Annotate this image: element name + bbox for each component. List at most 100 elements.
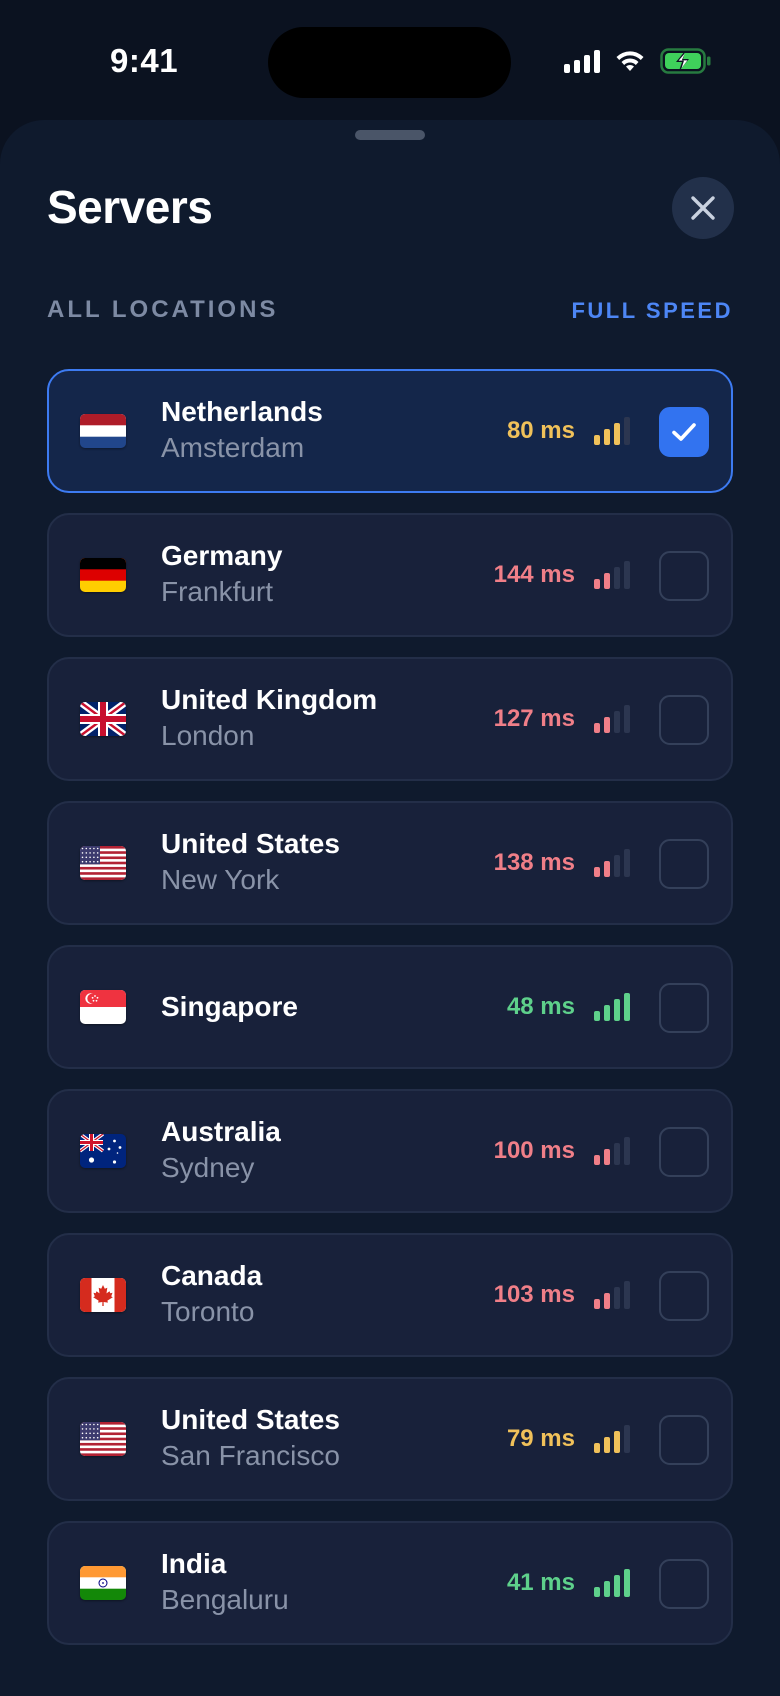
signal-bar: [604, 1293, 610, 1309]
server-checkbox[interactable]: [659, 839, 709, 889]
server-row[interactable]: Canada Toronto 103 ms: [47, 1233, 733, 1357]
signal-bar: [624, 561, 630, 589]
server-checkbox[interactable]: [659, 551, 709, 601]
server-checkbox[interactable]: [659, 1559, 709, 1609]
server-country: United Kingdom: [161, 684, 378, 715]
server-row[interactable]: Germany Frankfurt 144 ms: [47, 513, 733, 637]
server-checkbox[interactable]: [659, 695, 709, 745]
server-location: Netherlands Amsterdam: [161, 371, 323, 491]
signal-bar: [624, 1281, 630, 1309]
close-button[interactable]: [672, 177, 734, 239]
dynamic-island: [268, 27, 511, 98]
checkmark-icon: [672, 423, 696, 441]
server-latency: 80 ms: [506, 417, 575, 444]
signal-bar: [594, 1587, 600, 1597]
server-row[interactable]: India Bengaluru 41 ms: [47, 1521, 733, 1645]
signal-bar: [604, 573, 610, 589]
signal-bar: [604, 1005, 610, 1021]
signal-bar: [604, 717, 610, 733]
signal-bar: [614, 1287, 620, 1309]
signal-bar: [614, 423, 620, 445]
signal-bar: [594, 1299, 600, 1309]
server-city: Frankfurt: [161, 576, 274, 607]
signal-bar: [604, 1581, 610, 1597]
server-latency: 100 ms: [493, 1137, 575, 1164]
signal-strength-icon: [594, 1567, 630, 1597]
server-country: Australia: [161, 1116, 281, 1147]
signal-bar: [604, 429, 610, 445]
server-country: United States: [161, 1404, 340, 1435]
server-latency: 41 ms: [506, 1569, 575, 1596]
germany-flag-icon: [80, 558, 126, 592]
signal-strength-icon: [594, 415, 630, 445]
server-latency: 103 ms: [493, 1281, 575, 1308]
signal-bar: [614, 999, 620, 1021]
signal-bar: [594, 579, 600, 589]
server-latency: 48 ms: [506, 993, 575, 1020]
signal-bar: [614, 567, 620, 589]
server-city: Toronto: [161, 1296, 255, 1327]
status-bar: 9:41: [0, 0, 780, 120]
server-location: Singapore: [161, 947, 298, 1067]
server-country: Germany: [161, 540, 283, 571]
singapore-flag-icon: [80, 990, 126, 1024]
server-location: Australia Sydney: [161, 1091, 281, 1211]
server-latency: 127 ms: [493, 705, 575, 732]
canada-flag-icon: [80, 1278, 126, 1312]
signal-bar: [594, 435, 600, 445]
netherlands-flag-icon: [80, 414, 126, 448]
signal-bar: [614, 855, 620, 877]
signal-bar: [594, 1155, 600, 1165]
cellular-signal-icon: [564, 49, 600, 73]
sheet-grabber[interactable]: [355, 130, 425, 140]
server-row[interactable]: United States New York 138 ms: [47, 801, 733, 925]
server-country: Canada: [161, 1260, 263, 1291]
server-location: Germany Frankfurt: [161, 515, 282, 635]
server-city: Sydney: [161, 1152, 255, 1183]
server-row[interactable]: Netherlands Amsterdam 80 ms: [47, 369, 733, 493]
server-checkbox[interactable]: [659, 1271, 709, 1321]
wifi-icon: [616, 51, 644, 71]
section-label: ALL LOCATIONS: [47, 296, 279, 323]
server-checkbox[interactable]: [659, 1127, 709, 1177]
server-checkbox[interactable]: [659, 407, 709, 457]
server-country: Singapore: [161, 991, 298, 1022]
signal-strength-icon: [594, 703, 630, 733]
server-checkbox[interactable]: [659, 1415, 709, 1465]
signal-bar: [604, 1149, 610, 1165]
server-location: United States San Francisco: [161, 1379, 340, 1499]
server-location: Canada Toronto: [161, 1235, 262, 1355]
full-speed-link[interactable]: FULL SPEED: [571, 298, 733, 324]
signal-bar: [624, 417, 630, 445]
signal-bar: [594, 867, 600, 877]
us-flag-icon: [80, 846, 126, 880]
page-title: Servers: [47, 181, 213, 233]
server-row[interactable]: United Kingdom London 127 ms: [47, 657, 733, 781]
server-city: London: [161, 720, 255, 751]
signal-bar: [604, 1437, 610, 1453]
server-city: Bengaluru: [161, 1584, 289, 1615]
server-country: India: [161, 1548, 227, 1579]
server-latency: 144 ms: [493, 561, 575, 588]
server-row[interactable]: United States San Francisco 79 ms: [47, 1377, 733, 1501]
signal-bar: [594, 723, 600, 733]
australia-flag-icon: [80, 1134, 126, 1168]
signal-bar: [624, 1137, 630, 1165]
server-row[interactable]: Australia Sydney 100 ms: [47, 1089, 733, 1213]
signal-bar: [614, 711, 620, 733]
signal-bar: [614, 1431, 620, 1453]
server-list: Netherlands Amsterdam 80 ms Germany Frankfur…: [47, 369, 733, 1665]
india-flag-icon: [80, 1566, 126, 1600]
server-checkbox[interactable]: [659, 983, 709, 1033]
server-city: New York: [161, 864, 280, 895]
server-latency: 138 ms: [493, 849, 575, 876]
server-latency: 79 ms: [506, 1425, 575, 1452]
server-city: San Francisco: [161, 1440, 340, 1471]
status-time: 9:41: [110, 42, 179, 79]
signal-bar: [624, 993, 630, 1021]
uk-flag-icon: [80, 702, 126, 736]
server-country: United States: [161, 828, 340, 859]
server-row[interactable]: Singapore 48 ms: [47, 945, 733, 1069]
signal-strength-icon: [594, 991, 630, 1021]
server-location: United States New York: [161, 803, 340, 923]
